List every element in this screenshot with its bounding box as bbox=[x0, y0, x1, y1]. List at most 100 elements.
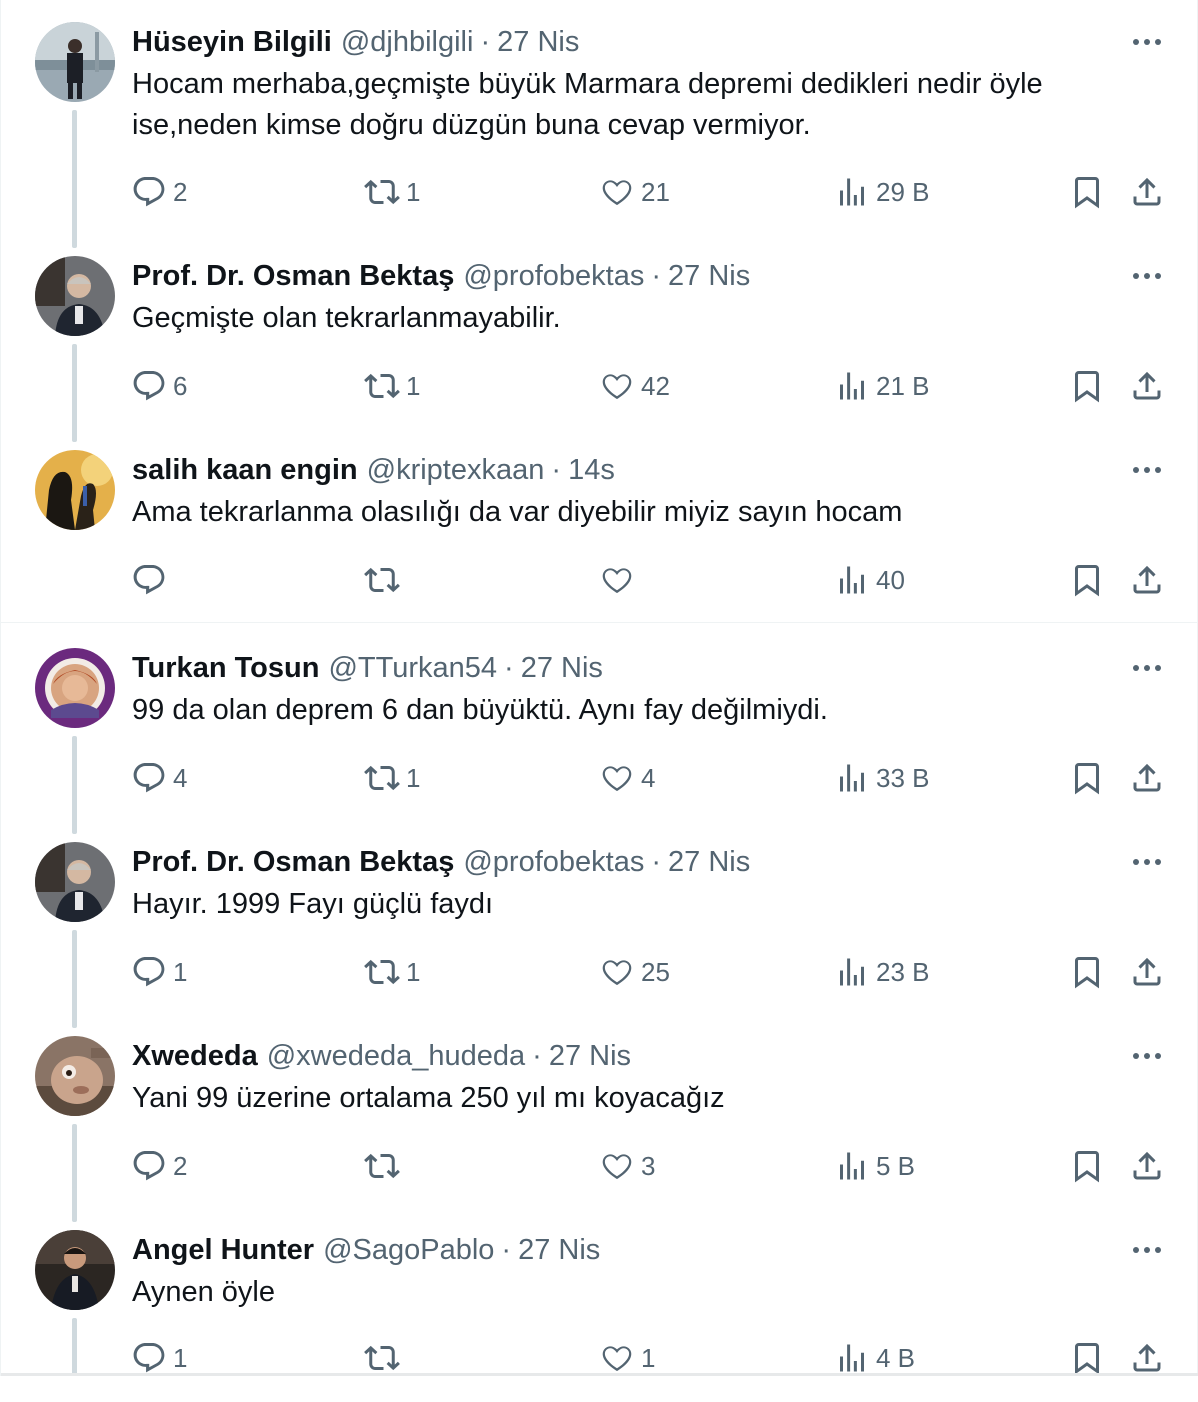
tweet-date[interactable]: 27 Nis bbox=[668, 846, 750, 879]
like-button[interactable]: 4 bbox=[599, 758, 655, 798]
share-button[interactable] bbox=[1129, 952, 1165, 992]
author-handle[interactable]: @xwededa_hudeda bbox=[267, 1040, 525, 1073]
tweet-date[interactable]: 14s bbox=[568, 454, 615, 487]
bookmark-button[interactable] bbox=[1069, 1146, 1105, 1186]
avatar[interactable] bbox=[35, 256, 115, 336]
share-button[interactable] bbox=[1129, 366, 1165, 406]
retweet-button[interactable]: 1 bbox=[364, 952, 420, 992]
retweet-button[interactable] bbox=[364, 1146, 406, 1186]
views-button[interactable]: 29 B bbox=[834, 172, 930, 212]
share-button[interactable] bbox=[1129, 560, 1165, 600]
retweet-button[interactable]: 1 bbox=[364, 172, 420, 212]
tweet-date[interactable]: 27 Nis bbox=[668, 260, 750, 293]
author-name[interactable]: Xwededa bbox=[132, 1040, 258, 1073]
views-button[interactable]: 5 B bbox=[834, 1146, 915, 1186]
reply-button[interactable]: 2 bbox=[131, 172, 187, 212]
like-button[interactable] bbox=[599, 560, 641, 600]
like-button[interactable]: 21 bbox=[599, 172, 670, 212]
reply-count: 1 bbox=[173, 956, 188, 987]
share-upload-icon bbox=[1133, 1151, 1161, 1180]
like-button[interactable]: 1 bbox=[599, 1338, 655, 1378]
more-options-button[interactable] bbox=[1127, 1040, 1167, 1072]
avatar[interactable] bbox=[35, 1230, 115, 1310]
share-upload-icon bbox=[1133, 1343, 1161, 1372]
heart-icon bbox=[602, 1154, 632, 1180]
more-options-button[interactable] bbox=[1127, 26, 1167, 58]
views-count: 23 B bbox=[876, 956, 930, 987]
retweet-arrows-icon bbox=[364, 765, 400, 791]
tweet-header: Hüseyin Bilgili @djhbilgili · 27 Nis bbox=[132, 22, 579, 62]
reply-button[interactable]: 4 bbox=[131, 758, 187, 798]
retweet-button[interactable]: 1 bbox=[364, 366, 420, 406]
tweet[interactable]: Prof. Dr. Osman Bektaş @profobektas · 27… bbox=[1, 234, 1198, 428]
more-options-button[interactable] bbox=[1127, 454, 1167, 486]
three-dots-icon bbox=[1133, 1053, 1161, 1059]
share-button[interactable] bbox=[1129, 1338, 1165, 1378]
avatar[interactable] bbox=[35, 842, 115, 922]
reply-button[interactable]: 1 bbox=[131, 952, 187, 992]
reply-button[interactable] bbox=[131, 560, 173, 600]
author-name[interactable]: Prof. Dr. Osman Bektaş bbox=[132, 846, 454, 879]
views-button[interactable]: 21 B bbox=[834, 366, 930, 406]
author-handle[interactable]: @TTurkan54 bbox=[328, 652, 497, 685]
share-upload-icon bbox=[1133, 565, 1161, 594]
avatar[interactable] bbox=[35, 22, 115, 102]
author-name[interactable]: salih kaan engin bbox=[132, 454, 358, 487]
avatar[interactable] bbox=[35, 450, 115, 530]
views-button[interactable]: 23 B bbox=[834, 952, 930, 992]
retweet-button[interactable] bbox=[364, 1338, 406, 1378]
tweet[interactable]: salih kaan engin @kriptexkaan · 14s Ama … bbox=[1, 428, 1198, 622]
author-name[interactable]: Turkan Tosun bbox=[132, 652, 319, 685]
tweet[interactable]: Hüseyin Bilgili @djhbilgili · 27 Nis Hoc… bbox=[1, 0, 1198, 209]
reply-button[interactable]: 2 bbox=[131, 1146, 187, 1186]
like-count: 42 bbox=[641, 370, 670, 401]
retweet-button[interactable] bbox=[364, 560, 406, 600]
more-options-button[interactable] bbox=[1127, 846, 1167, 878]
reply-button[interactable]: 6 bbox=[131, 366, 187, 406]
tweet[interactable]: Turkan Tosun @TTurkan54 · 27 Nis 99 da o… bbox=[1, 626, 1198, 820]
tweet-date[interactable]: 27 Nis bbox=[518, 1234, 600, 1267]
author-handle[interactable]: @djhbilgili bbox=[341, 26, 474, 59]
retweet-count: 1 bbox=[406, 956, 421, 987]
tweet-date[interactable]: 27 Nis bbox=[521, 652, 603, 685]
tweet-date[interactable]: 27 Nis bbox=[497, 26, 579, 59]
author-handle[interactable]: @kriptexkaan bbox=[367, 454, 545, 487]
author-handle[interactable]: @SagoPablo bbox=[323, 1234, 494, 1267]
retweet-arrows-icon bbox=[364, 373, 400, 399]
retweet-button[interactable]: 1 bbox=[364, 758, 420, 798]
author-name[interactable]: Hüseyin Bilgili bbox=[132, 26, 332, 59]
speech-bubble-icon bbox=[133, 957, 165, 987]
bookmark-button[interactable] bbox=[1069, 560, 1105, 600]
avatar[interactable] bbox=[35, 648, 115, 728]
tweet[interactable]: Xwededa @xwededa_hudeda · 27 Nis Yani 99… bbox=[1, 1014, 1198, 1208]
views-button[interactable]: 40 bbox=[834, 560, 905, 600]
speech-bubble-icon bbox=[133, 1151, 165, 1181]
bookmark-button[interactable] bbox=[1069, 758, 1105, 798]
tweet[interactable]: Prof. Dr. Osman Bektaş @profobektas · 27… bbox=[1, 820, 1198, 1014]
tweet-date[interactable]: 27 Nis bbox=[549, 1040, 631, 1073]
avatar[interactable] bbox=[35, 1036, 115, 1116]
share-button[interactable] bbox=[1129, 758, 1165, 798]
more-options-button[interactable] bbox=[1127, 1234, 1167, 1266]
bookmark-button[interactable] bbox=[1069, 952, 1105, 992]
separator-dot: · bbox=[651, 845, 661, 878]
like-count: 4 bbox=[641, 762, 656, 793]
share-button[interactable] bbox=[1129, 172, 1165, 212]
like-button[interactable]: 3 bbox=[599, 1146, 655, 1186]
retweet-arrows-icon bbox=[364, 1153, 400, 1179]
author-handle[interactable]: @profobektas bbox=[463, 260, 644, 293]
views-button[interactable]: 33 B bbox=[834, 758, 930, 798]
author-name[interactable]: Prof. Dr. Osman Bektaş bbox=[132, 260, 454, 293]
more-options-button[interactable] bbox=[1127, 260, 1167, 292]
bookmark-button[interactable] bbox=[1069, 366, 1105, 406]
author-handle[interactable]: @profobektas bbox=[463, 846, 644, 879]
bookmark-button[interactable] bbox=[1069, 172, 1105, 212]
author-name[interactable]: Angel Hunter bbox=[132, 1234, 314, 1267]
views-button[interactable]: 4 B bbox=[834, 1338, 915, 1378]
share-button[interactable] bbox=[1129, 1146, 1165, 1186]
more-options-button[interactable] bbox=[1127, 652, 1167, 684]
reply-button[interactable]: 1 bbox=[131, 1338, 187, 1378]
like-button[interactable]: 25 bbox=[599, 952, 670, 992]
like-button[interactable]: 42 bbox=[599, 366, 670, 406]
bookmark-button[interactable] bbox=[1069, 1338, 1105, 1378]
